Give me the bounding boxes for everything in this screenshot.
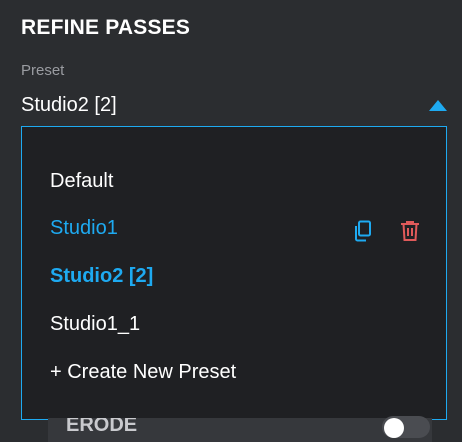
preset-label: Preset <box>21 62 65 79</box>
option-label: Studio1_1 <box>50 313 141 335</box>
option-label: + Create New Preset <box>50 361 237 383</box>
option-actions <box>352 217 422 242</box>
preset-dropdown-menu: Default Studio1 Studio2 [2] Studio1_1 + … <box>21 126 447 420</box>
toggle-knob <box>384 418 404 438</box>
preset-selected-value: Studio2 [2] <box>21 94 117 116</box>
preset-option-studio1-1[interactable]: Studio1_1 <box>50 304 422 344</box>
option-label: Default <box>50 170 114 192</box>
option-label: Studio1 <box>50 217 118 239</box>
preset-select[interactable]: Studio2 [2] <box>21 88 447 126</box>
trash-icon[interactable] <box>398 217 422 241</box>
erode-label: ERODE <box>66 418 138 436</box>
chevron-up-icon[interactable] <box>429 100 447 111</box>
option-label: Studio2 [2] <box>50 265 154 287</box>
preset-option-studio1[interactable]: Studio1 <box>50 208 422 248</box>
section-title: REFINE PASSES <box>21 16 191 39</box>
erode-toggle[interactable] <box>382 416 430 438</box>
copy-icon[interactable] <box>352 217 376 242</box>
create-new-preset-button[interactable]: + Create New Preset <box>50 352 422 392</box>
erode-row: ERODE <box>48 416 432 442</box>
preset-option-default[interactable]: Default <box>50 161 422 201</box>
preset-option-studio2[interactable]: Studio2 [2] <box>50 256 422 296</box>
